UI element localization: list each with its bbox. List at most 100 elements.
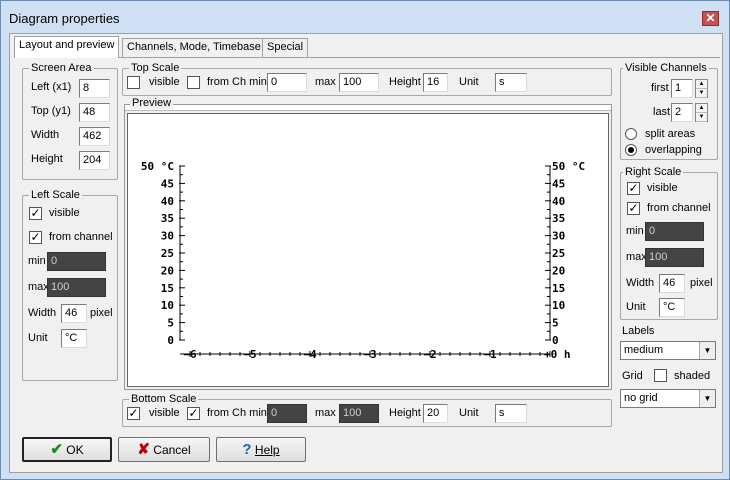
top-unit-input[interactable]: s <box>495 73 527 92</box>
left-from-channel-checkbox[interactable]: ✓ <box>29 231 42 244</box>
right-tick-label: 50 °C <box>552 160 585 173</box>
help-button-label: Help <box>254 443 280 457</box>
screen-area-group: Screen Area Left (x1) 8 Top (y1) 48 Widt… <box>22 62 118 180</box>
top-visible-checkbox[interactable] <box>127 76 140 89</box>
grid-shaded-checkbox[interactable] <box>654 369 667 382</box>
left-unit-label: Unit <box>28 332 48 344</box>
labels-select[interactable]: medium ▼ <box>620 341 716 360</box>
left-visible-checkbox[interactable]: ✓ <box>29 207 42 220</box>
right-width-unit: pixel <box>690 277 713 289</box>
first-label: first <box>651 82 669 94</box>
right-tick-label: 5 <box>552 317 559 330</box>
ok-button[interactable]: ✔ OK <box>22 437 112 462</box>
overlapping-radio[interactable] <box>625 144 637 156</box>
right-tick-label: 25 <box>552 247 565 260</box>
top-height-input[interactable]: 16 <box>423 73 448 92</box>
left-width-input[interactable]: 46 <box>61 304 87 323</box>
first-input[interactable]: 1 <box>671 79 693 98</box>
preview-scrollbar[interactable] <box>125 105 611 111</box>
right-unit-label: Unit <box>626 301 646 313</box>
left-tick-label: 0 <box>167 334 174 347</box>
last-input[interactable]: 2 <box>671 103 693 122</box>
left-min-label: min <box>28 255 46 267</box>
right-max-input[interactable]: 100 <box>645 248 704 267</box>
bottom-visible-checkbox[interactable]: ✓ <box>127 407 140 420</box>
left-tick-label: 50 °C <box>141 160 174 173</box>
close-button[interactable]: ✕ <box>702 11 719 26</box>
left-from-channel-label: from channel <box>49 231 113 243</box>
left-unit-input[interactable]: °C <box>61 329 87 348</box>
help-button[interactable]: ? Help <box>216 437 306 462</box>
preview-diagram: 50 °C 45 40 35 30 25 20 15 10 5 0 50 °C 45 40 35 30 25 20… <box>141 160 585 361</box>
right-scale-group: Right Scale ✓ visible ✓ from channel min… <box>620 166 718 320</box>
left-tick-label: 20 <box>161 264 174 277</box>
screen-area-title: Screen Area <box>29 62 94 74</box>
tab-channels-mode-timebase[interactable]: Channels, Mode, Timebase <box>122 38 266 57</box>
bottom-height-input[interactable]: 20 <box>423 404 448 423</box>
width-input[interactable]: 462 <box>79 127 110 146</box>
split-areas-label: split areas <box>645 128 696 140</box>
top-min-input[interactable]: 0 <box>267 73 307 92</box>
bottom-tick-label: −6 <box>183 348 197 361</box>
top-scale-group: Top Scale visible from Ch min 0 max 100 … <box>122 62 612 96</box>
spin-down-icon[interactable]: ▼ <box>696 89 707 98</box>
overlapping-label: overlapping <box>645 144 702 156</box>
left-tick-label: 15 <box>161 282 174 295</box>
height-label: Height <box>31 153 63 165</box>
spin-up-icon[interactable]: ▲ <box>696 104 707 113</box>
tab-special[interactable]: Special <box>262 38 309 57</box>
bottom-max-label: max <box>315 407 336 419</box>
grid-title: Grid <box>622 370 643 382</box>
bottom-scale-title: Bottom Scale <box>129 393 199 405</box>
right-unit-input[interactable]: °C <box>659 298 685 317</box>
top-y1-input[interactable]: 48 <box>79 103 110 122</box>
top-max-label: max <box>315 76 336 88</box>
top-scale-title: Top Scale <box>129 62 182 74</box>
left-tick-label: 45 <box>161 177 174 190</box>
left-scale-title: Left Scale <box>29 189 82 201</box>
left-min-input[interactable]: 0 <box>47 252 106 271</box>
tab-divider <box>14 57 720 58</box>
first-spinner[interactable]: ▲ ▼ <box>695 79 708 98</box>
bottom-tick-label: −3 <box>363 348 376 361</box>
height-input[interactable]: 204 <box>79 151 110 170</box>
left-x1-input[interactable]: 8 <box>79 79 110 98</box>
left-max-label: max <box>28 281 49 293</box>
grid-shaded-label: shaded <box>674 370 711 382</box>
top-max-input[interactable]: 100 <box>339 73 379 92</box>
split-areas-radio[interactable] <box>625 128 637 140</box>
chevron-down-icon[interactable]: ▼ <box>699 342 715 359</box>
visible-channels-group: Visible Channels first 1 ▲ ▼ last 2 ▲ ▼ sp… <box>620 62 718 160</box>
bottom-from-ch-checkbox[interactable]: ✓ <box>187 407 200 420</box>
chevron-down-icon[interactable]: ▼ <box>699 390 715 407</box>
right-tick-label: 35 <box>552 212 565 225</box>
top-from-ch-checkbox[interactable] <box>187 76 200 89</box>
right-width-input[interactable]: 46 <box>659 274 685 293</box>
last-spinner[interactable]: ▲ ▼ <box>695 103 708 122</box>
left-tick-label: 10 <box>161 299 174 312</box>
right-min-input[interactable]: 0 <box>645 222 704 241</box>
right-from-channel-checkbox[interactable]: ✓ <box>627 202 640 215</box>
grid-select[interactable]: no grid ▼ <box>620 389 716 408</box>
question-icon: ? <box>242 441 252 458</box>
dialog-window: Diagram properties ✕ Layout and preview … <box>0 0 730 480</box>
bottom-max-input[interactable]: 100 <box>339 404 379 423</box>
bottom-tick-label: −5 <box>243 348 256 361</box>
left-max-input[interactable]: 100 <box>47 278 106 297</box>
left-tick-label: 25 <box>161 247 174 260</box>
right-visible-checkbox[interactable]: ✓ <box>627 182 640 195</box>
spin-down-icon[interactable]: ▼ <box>696 113 707 122</box>
title-bar[interactable]: Diagram properties ✕ <box>1 1 729 33</box>
right-tick-label: 20 <box>552 264 565 277</box>
bottom-tick-label: +0 h <box>544 348 571 361</box>
left-scale-group: Left Scale ✓ visible ✓ from channel min … <box>22 189 118 381</box>
bottom-min-input[interactable]: 0 <box>267 404 307 423</box>
left-tick-label: 35 <box>161 212 174 225</box>
spin-up-icon[interactable]: ▲ <box>696 80 707 89</box>
top-unit-label: Unit <box>459 76 479 88</box>
preview-title: Preview <box>130 97 174 109</box>
left-width-label: Width <box>28 307 57 319</box>
cancel-button[interactable]: ✘ Cancel <box>118 437 210 462</box>
bottom-unit-input[interactable]: s <box>495 404 527 423</box>
tab-layout-preview[interactable]: Layout and preview <box>14 36 120 58</box>
